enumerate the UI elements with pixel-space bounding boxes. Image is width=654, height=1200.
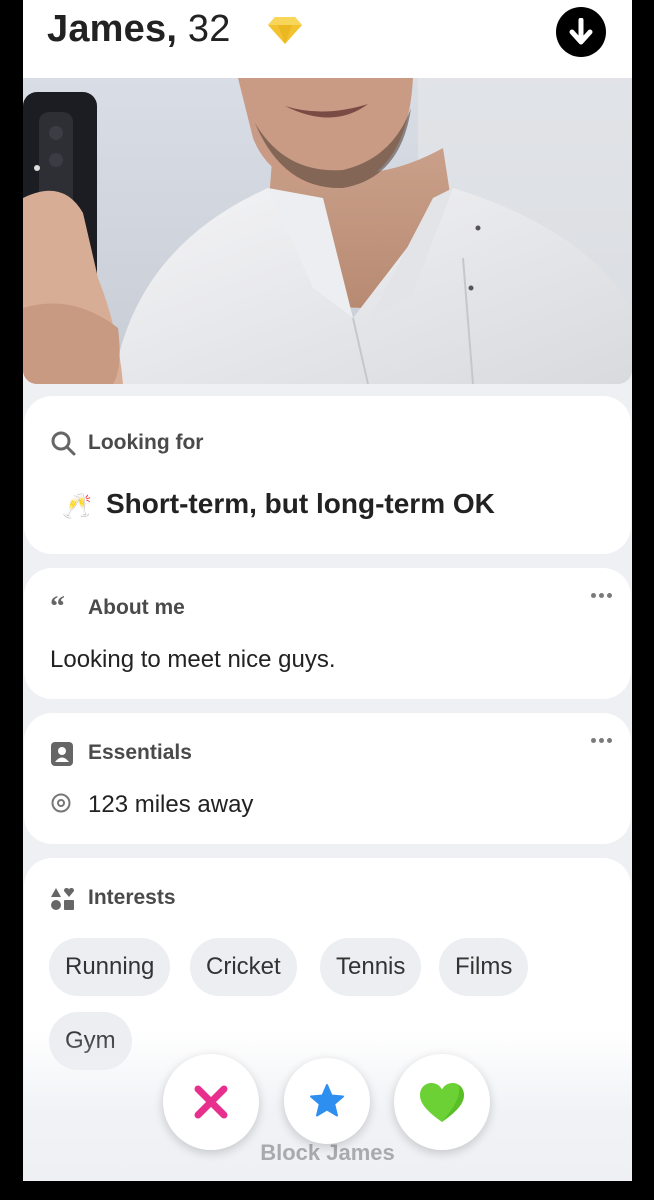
essentials-card: Essentials 123 miles away: [24, 713, 631, 844]
interest-chip[interactable]: Running: [49, 938, 171, 996]
interests-heading: Interests: [88, 886, 176, 909]
more-dots-icon[interactable]: [591, 738, 615, 746]
super-like-button[interactable]: [284, 1058, 370, 1144]
search-icon: [51, 431, 76, 456]
nope-button[interactable]: [163, 1054, 259, 1150]
about-me-heading: About me: [88, 596, 185, 619]
profile-name: James,: [47, 8, 178, 50]
champagne-emoji: 🥂: [62, 493, 92, 520]
looking-for-value: Short-term, but long-term OK: [106, 488, 495, 519]
quote-icon: “: [50, 590, 65, 623]
x-icon: [194, 1085, 228, 1119]
gold-diamond-icon: [268, 17, 302, 44]
id-card-icon: [51, 742, 73, 766]
profile-name-age: James, 32: [47, 8, 231, 51]
about-me-card: “ About me Looking to meet nice guys.: [24, 568, 631, 699]
star-icon: [310, 1084, 344, 1117]
profile-photo[interactable]: [23, 78, 632, 384]
looking-for-heading: Looking for: [88, 431, 204, 454]
more-dots-icon[interactable]: [591, 593, 615, 601]
profile-screen: James, 32 Looking for 🥂 Short-term, but …: [23, 0, 632, 1181]
like-button[interactable]: [394, 1054, 490, 1150]
interest-chip[interactable]: Cricket: [190, 938, 297, 996]
interest-chip[interactable]: Tennis: [320, 938, 422, 996]
arrow-down-icon: [569, 18, 593, 45]
download-button[interactable]: [556, 7, 606, 57]
essentials-heading: Essentials: [88, 741, 192, 764]
heart-icon: [420, 1083, 464, 1122]
shapes-icon: [51, 888, 74, 910]
location-pin-icon: [51, 793, 71, 813]
about-me-text: Looking to meet nice guys.: [50, 646, 336, 673]
distance-text: 123 miles away: [88, 791, 254, 818]
interest-chip[interactable]: Films: [439, 938, 529, 996]
profile-header: James, 32: [23, 0, 632, 78]
looking-for-card: Looking for 🥂 Short-term, but long-term …: [24, 396, 631, 554]
profile-age: 32: [187, 8, 231, 50]
